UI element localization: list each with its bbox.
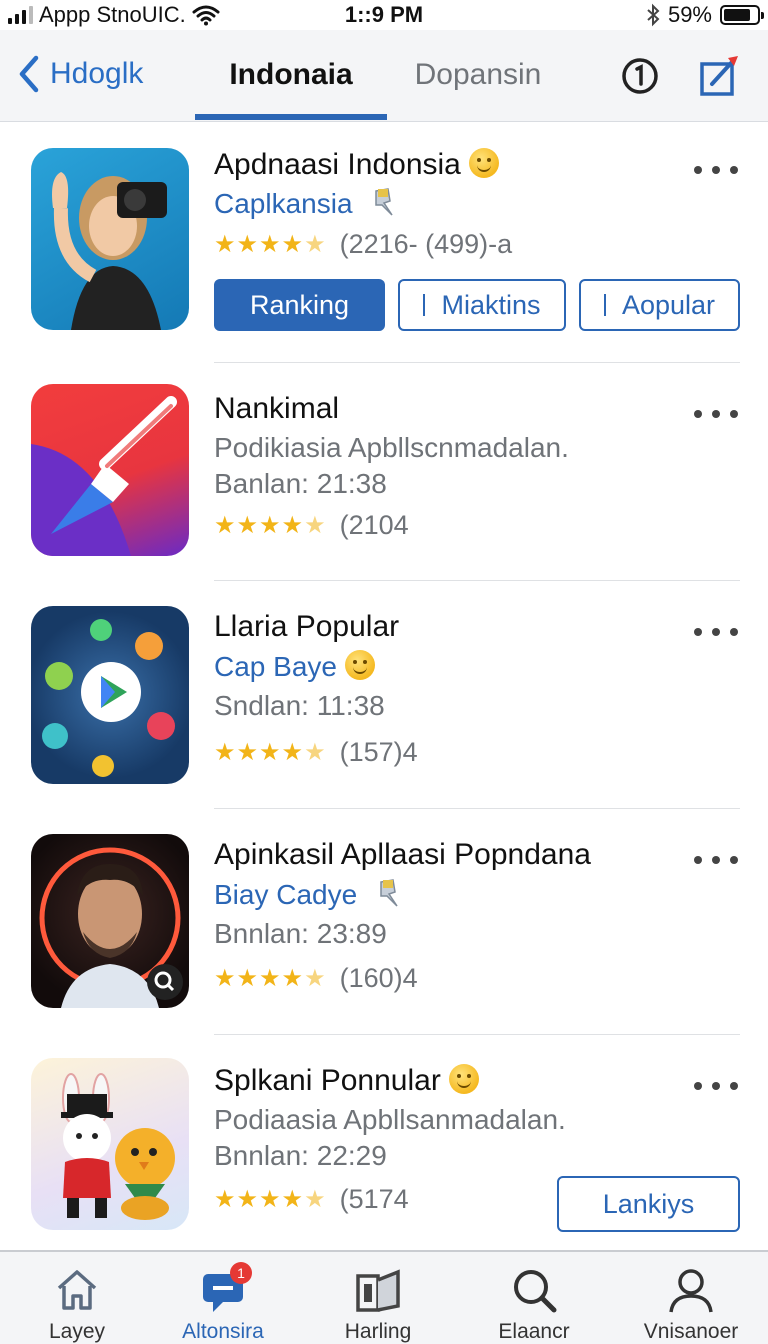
rating-row: ★ ★ ★ ★ ★ (160)4 bbox=[214, 963, 418, 994]
list-item[interactable]: Nankimal Podikiasia Apbllscnmadalan. Ban… bbox=[0, 362, 768, 581]
signal-icon bbox=[8, 6, 33, 24]
tab-dopansin[interactable]: Dopansin bbox=[408, 58, 548, 92]
aopular-label: Aopular bbox=[621, 289, 716, 320]
list-item[interactable]: Apdnaasi Indonsia Caplkansia ★ ★ ★ ★ ★ (2216… bbox=[0, 122, 768, 363]
cartoon-characters-icon bbox=[61, 1073, 175, 1220]
info-circle-icon[interactable] bbox=[618, 54, 662, 98]
app-thumbnail bbox=[31, 148, 189, 330]
pin-icon bbox=[380, 879, 398, 907]
rating-row: ★ ★ ★ ★ ★ (157)4 bbox=[214, 737, 418, 768]
pin-icon bbox=[375, 188, 393, 216]
app-subtitle[interactable]: Cap Baye bbox=[214, 650, 375, 683]
more-icon[interactable] bbox=[694, 164, 738, 176]
lankiys-button[interactable]: Lankiys bbox=[557, 1176, 740, 1232]
button-divider bbox=[603, 294, 606, 316]
tab-altonsira[interactable]: 1 Altonsira bbox=[148, 1252, 298, 1344]
app-meta: Banlan: 21:38 bbox=[214, 468, 387, 499]
person-icon bbox=[669, 1269, 713, 1313]
app-thumbnail bbox=[31, 834, 189, 1008]
nav-header: Hdoglk Indonaia Dopansin bbox=[0, 30, 768, 122]
rating-row: ★ ★ ★ ★ ★ (2216- (499)-a bbox=[214, 229, 512, 260]
app-thumbnail bbox=[31, 1058, 189, 1230]
list-item[interactable]: Splkani Ponnular Podiaasia Apbllsanmadal… bbox=[0, 1034, 768, 1250]
more-icon[interactable] bbox=[694, 1080, 738, 1092]
compose-icon[interactable] bbox=[696, 54, 740, 98]
app-title: Splkani Ponnular bbox=[214, 1064, 479, 1098]
status-bar: Appp StnoUIC. 1::9 PM 59% bbox=[0, 0, 768, 30]
tab-label: Altonsira bbox=[182, 1320, 264, 1343]
app-thumbnail bbox=[31, 606, 189, 784]
notification-badge: 1 bbox=[230, 1262, 252, 1284]
list-item[interactable]: Llaria Popular Cap Baye Sndlan: 11:38 ★ ★… bbox=[0, 580, 768, 809]
tab-label: Elaancr bbox=[498, 1320, 570, 1343]
battery-percent: 59% bbox=[667, 2, 712, 27]
ranking-button[interactable]: Ranking bbox=[214, 279, 385, 331]
app-subtitle: Podikiasia Apbllscnmadalan. bbox=[214, 432, 569, 463]
rating-count: (2216- (499)-a bbox=[339, 229, 513, 259]
app-title: Nankimal bbox=[214, 392, 340, 425]
tab-label: Layey bbox=[48, 1320, 106, 1343]
rating-count: (160)4 bbox=[339, 963, 418, 993]
star-rating: ★ ★ ★ ★ ★ bbox=[214, 738, 326, 766]
more-icon[interactable] bbox=[694, 626, 738, 638]
more-icon[interactable] bbox=[694, 854, 738, 866]
news-icon bbox=[356, 1269, 400, 1312]
bottom-tab-bar: Layey 1 Altonsira Harling Elaancr Vnisan… bbox=[0, 1250, 768, 1344]
brush-logo-icon bbox=[31, 396, 177, 556]
chevron-left-icon bbox=[19, 55, 39, 93]
home-icon bbox=[57, 1270, 97, 1310]
app-meta: Sndlan: 11:38 bbox=[214, 690, 385, 721]
star-rating: ★ ★ ★ ★ ★ bbox=[214, 1185, 326, 1213]
rating-count: (5174 bbox=[339, 1184, 409, 1214]
button-divider bbox=[423, 294, 426, 316]
smile-emoji-icon bbox=[468, 148, 499, 178]
portrait-photo-icon bbox=[39, 847, 183, 1008]
status-right: 59% bbox=[646, 2, 764, 28]
search-icon bbox=[514, 1270, 557, 1313]
app-title: Apinkasil Apllaasi Popndana bbox=[214, 838, 591, 871]
list-item[interactable]: Apinkasil Apllaasi Popndana Biay Cadye B… bbox=[0, 808, 768, 1035]
miaktins-label: Miaktins bbox=[441, 289, 541, 320]
bluetooth-icon bbox=[647, 3, 660, 27]
app-subtitle[interactable]: Caplkansia bbox=[214, 187, 396, 220]
smile-emoji-icon bbox=[448, 1064, 479, 1094]
app-subtitle[interactable]: Biay Cadye bbox=[214, 878, 401, 911]
battery-icon bbox=[720, 5, 764, 25]
tab-elaancr[interactable]: Elaancr bbox=[459, 1252, 609, 1344]
star-rating: ★ ★ ★ ★ ★ bbox=[214, 511, 326, 539]
more-icon[interactable] bbox=[694, 408, 738, 420]
status-left: Appp StnoUIC. bbox=[8, 2, 220, 28]
person-photo-icon bbox=[52, 172, 167, 330]
active-tab-indicator bbox=[195, 114, 387, 120]
app-thumbnail bbox=[31, 384, 189, 556]
back-label: Hdoglk bbox=[50, 57, 144, 90]
wifi-icon bbox=[192, 5, 220, 26]
app-title: Apdnaasi Indonsia bbox=[214, 148, 499, 182]
back-button[interactable]: Hdoglk bbox=[16, 54, 143, 94]
smile-emoji-icon bbox=[344, 650, 375, 680]
rating-row: ★ ★ ★ ★ ★ (5174 bbox=[214, 1184, 409, 1215]
tab-indonaia[interactable]: Indonaia bbox=[196, 58, 386, 92]
app-meta: Bnnlan: 22:29 bbox=[214, 1140, 387, 1171]
rating-count: (157)4 bbox=[339, 737, 418, 767]
app-meta: Bnnlan: 23:89 bbox=[214, 918, 387, 949]
aopular-button[interactable]: Aopular bbox=[579, 279, 740, 331]
app-title: Llaria Popular bbox=[214, 610, 400, 643]
tab-harling[interactable]: Harling bbox=[303, 1252, 453, 1344]
tab-layey[interactable]: Layey bbox=[2, 1252, 152, 1344]
miaktins-button[interactable]: Miaktins bbox=[398, 279, 566, 331]
rating-row: ★ ★ ★ ★ ★ (2104 bbox=[214, 510, 409, 541]
star-rating: ★ ★ ★ ★ ★ bbox=[214, 230, 326, 258]
tab-vnisanoer[interactable]: Vnisanoer bbox=[616, 1252, 766, 1344]
app-subtitle: Podiaasia Apbllsanmadalan. bbox=[214, 1104, 566, 1135]
tab-label: Harling bbox=[344, 1320, 412, 1343]
play-store-icon bbox=[42, 619, 175, 777]
tab-label: Vnisanoer bbox=[643, 1320, 739, 1343]
carrier-label: Appp StnoUIC. bbox=[39, 2, 186, 27]
star-rating: ★ ★ ★ ★ ★ bbox=[214, 964, 326, 992]
rating-count: (2104 bbox=[339, 510, 409, 540]
